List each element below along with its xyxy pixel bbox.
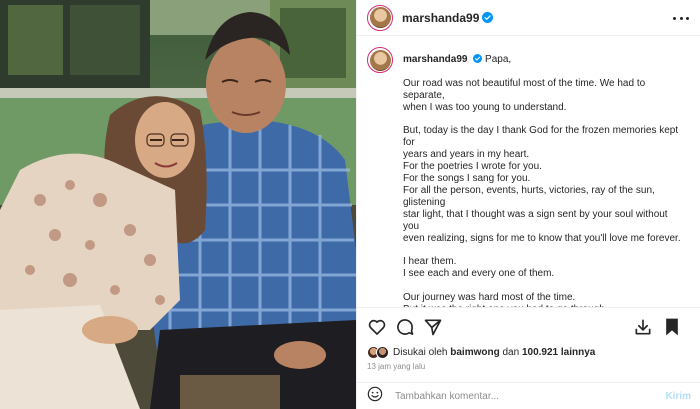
bookmark-icon[interactable]: [663, 317, 683, 337]
action-bar: [357, 307, 700, 345]
caption-paragraph: Our road was not beautiful most of the t…: [403, 78, 683, 114]
verified-badge-icon: [482, 12, 494, 23]
author-username[interactable]: marshanda99: [402, 11, 479, 25]
caption-line: star light, that I thought was a sign se…: [403, 208, 668, 232]
download-icon[interactable]: [633, 317, 653, 337]
caption-line: I hear them.: [403, 256, 457, 268]
caption-line: when I was too young to understand.: [403, 101, 567, 113]
liker-avatar: [376, 345, 389, 359]
send-comment-button[interactable]: Kirim: [665, 391, 691, 402]
caption-line: years and years in my heart.: [403, 149, 530, 161]
heart-icon[interactable]: [367, 317, 387, 337]
caption-author-avatar[interactable]: [367, 47, 393, 73]
caption-username[interactable]: marshanda99: [403, 54, 467, 65]
post-image: [0, 0, 356, 409]
caption-line: But, today is the day I thank God for th…: [403, 125, 679, 149]
post-header: marshanda99: [357, 0, 700, 36]
send-icon[interactable]: [423, 317, 443, 337]
caption-paragraph: Our journey was hard most of the time.Bu…: [403, 292, 683, 307]
verified-badge-icon: [473, 54, 483, 63]
emoji-icon[interactable]: [367, 386, 383, 407]
caption-line: Our road was not beautiful most of the t…: [403, 77, 646, 101]
likes-prefix: Disukai oleh: [393, 346, 448, 358]
more-horizontal-icon[interactable]: [673, 12, 689, 24]
caption-line: For the poetries I wrote for you.: [403, 161, 542, 173]
caption-line: For the songs I sang for you.: [403, 173, 531, 185]
comment-input[interactable]: Tambahkan komentar...: [395, 391, 499, 402]
caption-greeting: Papa,: [485, 54, 512, 65]
author-avatar[interactable]: [367, 4, 393, 31]
likes-middle: dan: [502, 346, 520, 358]
likes-count[interactable]: 100.921: [522, 347, 558, 358]
comment-box: Tambahkan komentar... Kirim: [357, 382, 700, 409]
caption-line: even realizing, signs for me to know tha…: [403, 232, 681, 244]
post-sidebar: marshanda99 marshanda99 Papa, Our road w…: [356, 0, 700, 409]
comment-icon[interactable]: [395, 317, 415, 337]
caption-line: Our journey was hard most of the time.: [403, 292, 576, 304]
caption-line: For all the person, events, hurts, victo…: [403, 184, 655, 208]
caption-paragraph: I hear them. I see each and every one of …: [403, 256, 683, 280]
post-timestamp: 13 jam yang lalu: [367, 362, 426, 371]
likes-summary[interactable]: Disukai oleh baimwong dan 100.921 lainny…: [367, 345, 595, 359]
caption-line: I see each and every one of them.: [403, 268, 555, 280]
likes-user[interactable]: baimwong: [450, 347, 499, 358]
caption-paragraph: But, today is the day I thank God for th…: [403, 125, 683, 244]
caption-area: marshanda99 Papa, Our road was not beaut…: [357, 37, 700, 307]
caption-text: marshanda99 Papa, Our road was not beaut…: [403, 47, 683, 307]
likes-suffix[interactable]: lainnya: [561, 347, 595, 358]
post-photo[interactable]: [0, 0, 356, 409]
